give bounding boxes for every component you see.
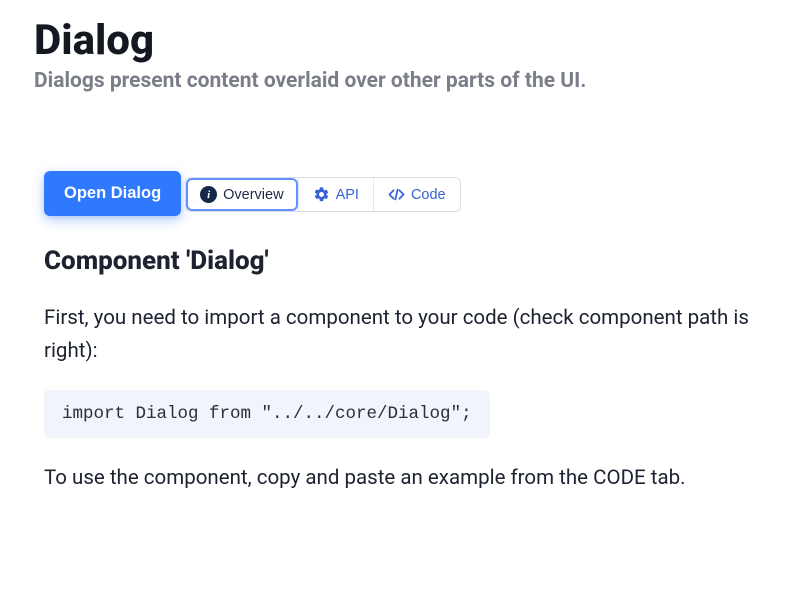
tab-overview-label: Overview (223, 187, 283, 203)
tab-code-label: Code (411, 187, 446, 203)
tab-bar: i Overview API Code (185, 177, 460, 212)
section-heading: Component 'Dialog' (44, 246, 766, 276)
page-subtitle: Dialogs present content overlaid over ot… (34, 69, 766, 93)
tab-api[interactable]: API (298, 178, 373, 211)
gear-icon (313, 186, 330, 203)
tab-api-label: API (336, 187, 359, 203)
tab-overview[interactable]: i Overview (186, 178, 297, 211)
page-title: Dialog (34, 16, 766, 65)
info-icon: i (200, 186, 217, 203)
intro-text: First, you need to import a component to… (44, 302, 766, 368)
usage-text: To use the component, copy and paste an … (44, 462, 766, 495)
open-dialog-button[interactable]: Open Dialog (44, 171, 181, 216)
code-icon (388, 186, 405, 203)
import-code-block: import Dialog from "../../core/Dialog"; (44, 390, 490, 438)
tab-code[interactable]: Code (373, 178, 460, 211)
